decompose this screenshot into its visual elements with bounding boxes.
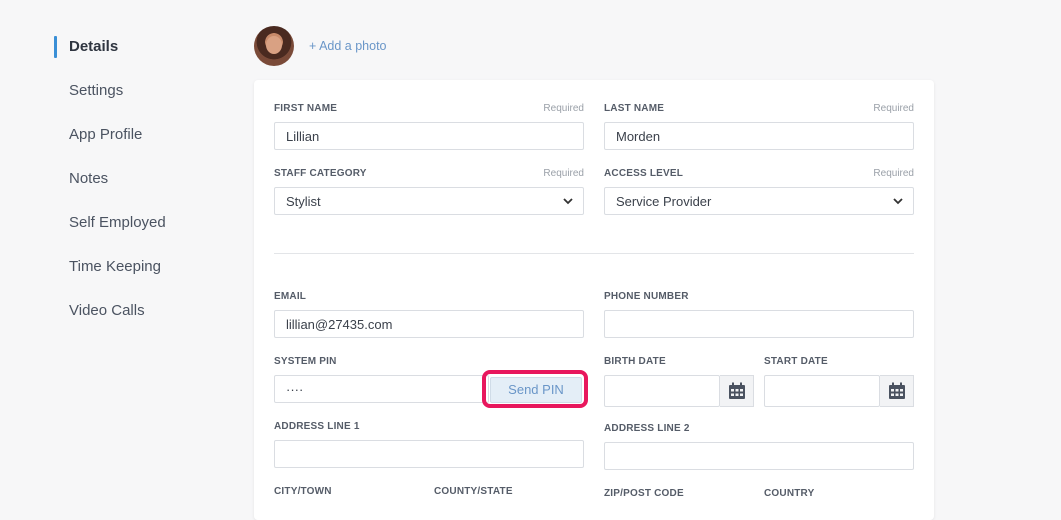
photo-row: + Add a photo [254,26,387,66]
last-name-input[interactable]: Morden [604,122,914,150]
staff-details-card: FIRST NAME Required Lillian LAST NAME Re… [254,80,934,520]
staff-category-required: Required [543,168,584,179]
sidebar-item-time-keeping[interactable]: Time Keeping [54,245,234,289]
sidebar-item-notes[interactable]: Notes [54,157,234,201]
sidebar-item-settings[interactable]: Settings [54,69,234,113]
first-name-label: FIRST NAME [274,103,338,114]
section-divider [274,253,914,254]
sidebar-item-self-employed[interactable]: Self Employed [54,201,234,245]
county-label: COUNTY/STATE [434,486,513,497]
phone-input[interactable] [604,310,914,338]
sidebar-item-video-calls[interactable]: Video Calls [54,289,234,333]
access-level-select[interactable]: Service Provider [604,187,914,215]
access-level-required: Required [873,168,914,179]
avatar[interactable] [254,26,294,66]
last-name-required: Required [873,103,914,114]
birth-date-label: BIRTH DATE [604,356,666,367]
access-level-label: ACCESS LEVEL [604,168,684,179]
staff-category-value: Stylist [286,194,321,209]
system-pin-label: SYSTEM PIN [274,356,337,367]
city-label: CITY/TOWN [274,486,332,497]
address-line-1-label: ADDRESS LINE 1 [274,421,360,432]
email-input[interactable]: lillian@27435.com [274,310,584,338]
sidebar-nav: Details Settings App Profile Notes Self … [54,25,234,333]
start-date-input[interactable] [764,375,880,407]
address-line-2-input[interactable] [604,442,914,470]
first-name-required: Required [543,103,584,114]
chevron-down-icon [563,198,573,205]
phone-label: PHONE NUMBER [604,291,689,302]
add-photo-link[interactable]: + Add a photo [309,39,387,53]
sidebar-item-details[interactable]: Details [54,25,234,69]
system-pin-input[interactable]: ···· [274,375,489,403]
last-name-label: LAST NAME [604,103,665,114]
address-line-2-label: ADDRESS LINE 2 [604,423,690,434]
send-pin-highlight: Send PIN [482,370,588,408]
calendar-icon [728,382,745,399]
start-date-label: START DATE [764,356,828,367]
email-label: EMAIL [274,291,307,302]
sidebar-item-app-profile[interactable]: App Profile [54,113,234,157]
birth-date-input[interactable] [604,375,720,407]
staff-category-select[interactable]: Stylist [274,187,584,215]
country-label: COUNTRY [764,488,815,499]
chevron-down-icon [893,198,903,205]
access-level-value: Service Provider [616,194,712,209]
first-name-input[interactable]: Lillian [274,122,584,150]
address-line-1-input[interactable] [274,440,584,468]
start-date-calendar-button[interactable] [880,375,914,407]
birth-date-calendar-button[interactable] [720,375,754,407]
calendar-icon [888,382,905,399]
staff-category-label: STAFF CATEGORY [274,168,367,179]
zip-label: ZIP/POST CODE [604,488,684,499]
send-pin-button[interactable]: Send PIN [490,377,582,403]
